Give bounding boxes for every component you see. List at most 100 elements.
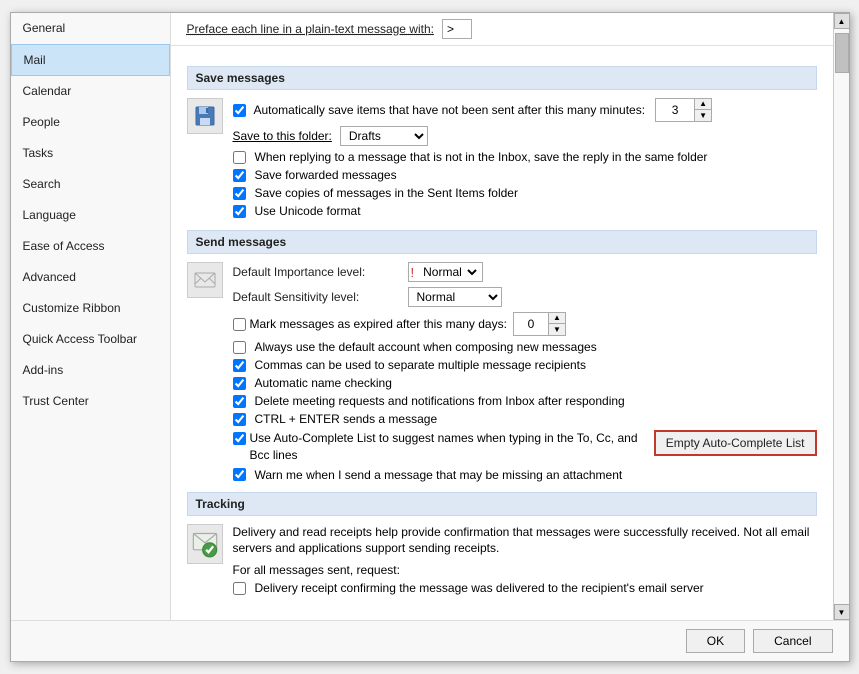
save-forwarded-checkbox[interactable] bbox=[233, 169, 246, 182]
spinner-buttons: ▲ ▼ bbox=[694, 99, 711, 121]
ok-button[interactable]: OK bbox=[686, 629, 745, 653]
importance-select[interactable]: Normal High Low bbox=[417, 264, 480, 280]
folder-label: Save to this folder: bbox=[233, 129, 332, 143]
preface-input[interactable] bbox=[442, 19, 472, 39]
content-area: Preface each line in a plain-text messag… bbox=[171, 13, 833, 620]
sidebar-item-tasks[interactable]: Tasks bbox=[11, 138, 170, 169]
use-unicode-row: Use Unicode format bbox=[233, 204, 817, 218]
scroll-up-button[interactable]: ▲ bbox=[834, 13, 849, 29]
options-dialog: General Mail Calendar People Tasks Searc… bbox=[10, 12, 850, 662]
folder-select[interactable]: Drafts Inbox Sent Items bbox=[340, 126, 428, 146]
importance-label: Default Importance level: bbox=[233, 265, 408, 279]
auto-save-label: Automatically save items that have not b… bbox=[254, 103, 646, 117]
commas-row: Commas can be used to separate multiple … bbox=[233, 358, 817, 372]
sidebar-item-general[interactable]: General bbox=[11, 13, 170, 44]
always-default-label[interactable]: Always use the default account when comp… bbox=[233, 340, 597, 354]
sidebar-item-people[interactable]: People bbox=[11, 107, 170, 138]
expire-spinner: ▲ ▼ bbox=[513, 312, 566, 336]
save-forwarded-label[interactable]: Save forwarded messages bbox=[233, 168, 397, 182]
save-options-group: Automatically save items that have not b… bbox=[233, 98, 817, 222]
tracking-description: Delivery and read receipts help provide … bbox=[233, 524, 817, 558]
delivery-receipt-label[interactable]: Delivery receipt confirming the message … bbox=[233, 581, 704, 595]
minutes-input[interactable] bbox=[656, 101, 694, 119]
use-unicode-checkbox[interactable] bbox=[233, 205, 246, 218]
empty-autocomplete-button[interactable]: Empty Auto-Complete List bbox=[654, 430, 817, 456]
sensitivity-select[interactable]: Normal Personal Private Confidential bbox=[408, 287, 502, 307]
warn-attachment-checkbox[interactable] bbox=[233, 468, 246, 481]
expire-up[interactable]: ▲ bbox=[549, 313, 565, 324]
expire-down[interactable]: ▼ bbox=[549, 324, 565, 335]
floppy-icon bbox=[193, 104, 217, 128]
sidebar-item-language[interactable]: Language bbox=[11, 200, 170, 231]
delete-meeting-checkbox[interactable] bbox=[233, 395, 246, 408]
delivery-receipt-row: Delivery receipt confirming the message … bbox=[233, 581, 817, 595]
commas-checkbox[interactable] bbox=[233, 359, 246, 372]
expire-label: Mark messages as expired after this many… bbox=[250, 317, 507, 331]
ctrl-enter-row: CTRL + ENTER sends a message bbox=[233, 412, 817, 426]
save-messages-section: Automatically save items that have not b… bbox=[187, 98, 817, 222]
expire-checkbox[interactable] bbox=[233, 318, 246, 331]
sidebar-item-customize-ribbon[interactable]: Customize Ribbon bbox=[11, 293, 170, 324]
preface-label: Preface each line in a plain-text messag… bbox=[187, 22, 434, 36]
spinner-up[interactable]: ▲ bbox=[695, 99, 711, 110]
for-all-label: For all messages sent, request: bbox=[233, 563, 817, 577]
delete-meeting-label[interactable]: Delete meeting requests and notification… bbox=[233, 394, 625, 408]
scroll-down-button[interactable]: ▼ bbox=[834, 604, 849, 620]
auto-name-checkbox[interactable] bbox=[233, 377, 246, 390]
sensitivity-label: Default Sensitivity level: bbox=[233, 290, 408, 304]
autocomplete-checkbox[interactable] bbox=[233, 432, 246, 445]
vertical-scrollbar: ▲ ▼ bbox=[833, 13, 849, 620]
auto-save-row: Automatically save items that have not b… bbox=[233, 98, 817, 122]
sidebar-item-ease-of-access[interactable]: Ease of Access bbox=[11, 231, 170, 262]
delete-meeting-row: Delete meeting requests and notification… bbox=[233, 394, 817, 408]
scroll-thumb[interactable] bbox=[835, 33, 849, 73]
auto-name-row: Automatic name checking bbox=[233, 376, 817, 390]
expire-row: Mark messages as expired after this many… bbox=[233, 312, 817, 336]
send-messages-section: Default Importance level: ! Normal High … bbox=[187, 262, 817, 486]
reply-same-folder-row: When replying to a message that is not i… bbox=[233, 150, 817, 164]
save-icon bbox=[187, 98, 223, 134]
save-copies-label[interactable]: Save copies of messages in the Sent Item… bbox=[233, 186, 518, 200]
ctrl-enter-checkbox[interactable] bbox=[233, 413, 246, 426]
always-default-row: Always use the default account when comp… bbox=[233, 340, 817, 354]
save-copies-row: Save copies of messages in the Sent Item… bbox=[233, 186, 817, 200]
tracking-text-area: Delivery and read receipts help provide … bbox=[233, 524, 817, 600]
delivery-receipt-checkbox[interactable] bbox=[233, 582, 246, 595]
expire-spinner-buttons: ▲ ▼ bbox=[548, 313, 565, 335]
sensitivity-row: Default Sensitivity level: Normal Person… bbox=[233, 287, 817, 307]
importance-icon: ! bbox=[411, 265, 415, 280]
use-unicode-label[interactable]: Use Unicode format bbox=[233, 204, 361, 218]
auto-save-checkbox[interactable] bbox=[233, 104, 246, 117]
minutes-spinner: ▲ ▼ bbox=[655, 98, 712, 122]
commas-label[interactable]: Commas can be used to separate multiple … bbox=[233, 358, 587, 372]
spinner-down[interactable]: ▼ bbox=[695, 110, 711, 121]
sidebar-item-add-ins[interactable]: Add-ins bbox=[11, 355, 170, 386]
tracking-icon bbox=[187, 524, 223, 564]
tracking-svg-icon bbox=[191, 528, 219, 560]
dialog-footer: OK Cancel bbox=[11, 620, 849, 661]
expire-days-input[interactable] bbox=[514, 315, 548, 333]
tracking-section: Delivery and read receipts help provide … bbox=[187, 524, 817, 600]
send-options-group: Default Importance level: ! Normal High … bbox=[233, 262, 817, 486]
save-to-folder-row: Save to this folder: Drafts Inbox Sent I… bbox=[233, 126, 817, 146]
sidebar-item-search[interactable]: Search bbox=[11, 169, 170, 200]
autocomplete-check-area: Use Auto-Complete List to suggest names … bbox=[233, 430, 644, 464]
sidebar-item-quick-access-toolbar[interactable]: Quick Access Toolbar bbox=[11, 324, 170, 355]
scroll-track[interactable] bbox=[834, 29, 849, 604]
sidebar-item-advanced[interactable]: Advanced bbox=[11, 262, 170, 293]
sidebar-item-mail[interactable]: Mail bbox=[11, 44, 170, 76]
reply-same-folder-checkbox[interactable] bbox=[233, 151, 246, 164]
auto-name-label[interactable]: Automatic name checking bbox=[233, 376, 392, 390]
send-icon bbox=[187, 262, 223, 298]
cancel-button[interactable]: Cancel bbox=[753, 629, 832, 653]
sidebar-item-calendar[interactable]: Calendar bbox=[11, 76, 170, 107]
warn-attachment-label[interactable]: Warn me when I send a message that may b… bbox=[233, 468, 623, 482]
save-copies-checkbox[interactable] bbox=[233, 187, 246, 200]
warn-attachment-row: Warn me when I send a message that may b… bbox=[233, 468, 817, 482]
autocomplete-btn-area: Empty Auto-Complete List bbox=[654, 430, 817, 456]
ctrl-enter-label[interactable]: CTRL + ENTER sends a message bbox=[233, 412, 438, 426]
sidebar-item-trust-center[interactable]: Trust Center bbox=[11, 386, 170, 417]
send-svg-icon bbox=[193, 268, 217, 292]
always-default-checkbox[interactable] bbox=[233, 341, 246, 354]
reply-same-folder-label[interactable]: When replying to a message that is not i… bbox=[233, 150, 708, 164]
